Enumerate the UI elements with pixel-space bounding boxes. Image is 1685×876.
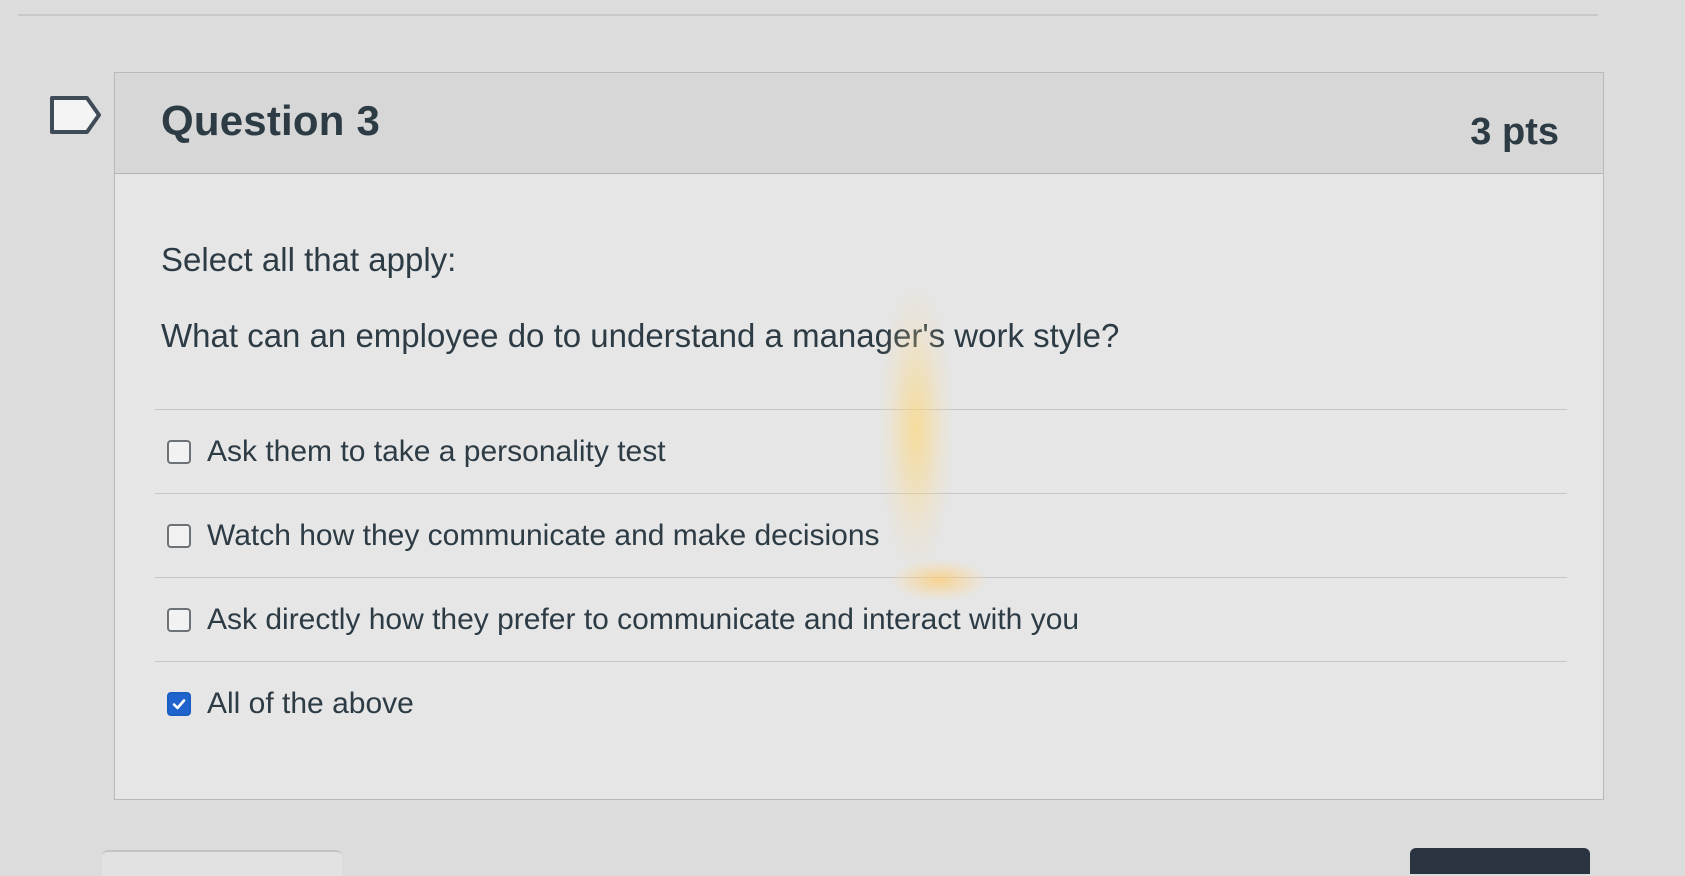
answer-checkbox[interactable] [167, 439, 191, 464]
question-header: Question 3 3 pts [115, 73, 1603, 174]
answer-label[interactable]: Watch how they communicate and make deci… [207, 519, 880, 553]
bottom-tab [102, 850, 342, 876]
instruction-text: Select all that apply: [161, 241, 457, 278]
answer-option[interactable]: Ask them to take a personality test [155, 409, 1567, 493]
answer-label[interactable]: Ask them to take a personality test [207, 435, 666, 469]
question-title: Question 3 [161, 97, 381, 144]
answer-option[interactable]: Ask directly how they prefer to communic… [155, 577, 1567, 661]
question-points: 3 pts [1470, 111, 1559, 153]
answer-list: Ask them to take a personality test Watc… [155, 409, 1567, 745]
answer-option[interactable]: Watch how they communicate and make deci… [155, 493, 1567, 577]
bottom-dark-tab [1410, 848, 1590, 874]
answer-checkbox[interactable] [167, 607, 191, 632]
question-card: Question 3 3 pts Select all that apply: … [114, 72, 1604, 800]
flag-icon[interactable] [50, 96, 102, 134]
answer-option[interactable]: All of the above [155, 661, 1567, 745]
top-divider [18, 14, 1598, 16]
question-prompt: What can an employee do to understand a … [161, 317, 1120, 354]
answer-checkbox-checked[interactable] [167, 691, 191, 716]
answer-label[interactable]: All of the above [207, 687, 414, 721]
checkmark-icon [172, 698, 186, 709]
answer-checkbox[interactable] [167, 523, 191, 548]
answer-label[interactable]: Ask directly how they prefer to communic… [207, 603, 1079, 637]
